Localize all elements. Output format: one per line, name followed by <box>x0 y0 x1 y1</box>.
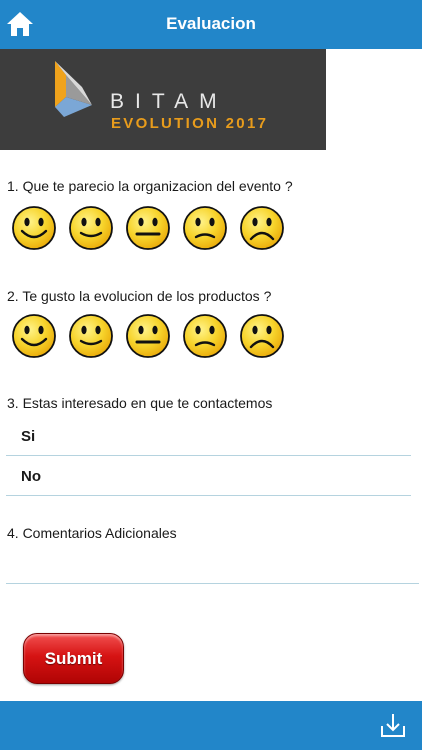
brand-name: BITAM <box>110 90 228 113</box>
question-2-label: 2. Te gusto la evolucion de los producto… <box>7 288 272 304</box>
sad-face-icon[interactable] <box>182 205 228 251</box>
option-no-label: No <box>21 468 41 485</box>
very-sad-face-icon[interactable] <box>239 205 285 251</box>
question-1-label: 1. Que te parecio la organizacion del ev… <box>7 178 293 194</box>
question-3-label: 3. Estas interesado en que te contactemo… <box>7 395 273 411</box>
very-sad-face-icon[interactable] <box>239 313 285 359</box>
top-app-bar: Evaluacion <box>0 0 422 49</box>
event-banner: BITAM EVOLUTION 2017 <box>0 49 326 150</box>
comments-field[interactable] <box>6 548 419 584</box>
very-happy-face-icon[interactable] <box>11 313 57 359</box>
question-4-label: 4. Comentarios Adicionales <box>7 525 177 541</box>
sad-face-icon[interactable] <box>182 313 228 359</box>
neutral-face-icon[interactable] <box>125 205 171 251</box>
happy-face-icon[interactable] <box>68 205 114 251</box>
submit-button[interactable]: Submit <box>23 633 124 684</box>
download-icon[interactable] <box>379 711 407 739</box>
bottom-toolbar <box>0 701 422 750</box>
very-happy-face-icon[interactable] <box>11 205 57 251</box>
rating-row-q1 <box>11 205 285 251</box>
option-no[interactable]: No <box>6 455 411 496</box>
option-si-label: Si <box>21 428 36 445</box>
event-edition: EVOLUTION 2017 <box>111 115 269 132</box>
option-si[interactable]: Si <box>6 415 411 456</box>
page-title: Evaluacion <box>166 14 256 33</box>
neutral-face-icon[interactable] <box>125 313 171 359</box>
bitam-logo-icon <box>55 61 92 117</box>
happy-face-icon[interactable] <box>68 313 114 359</box>
rating-row-q2 <box>11 313 285 359</box>
